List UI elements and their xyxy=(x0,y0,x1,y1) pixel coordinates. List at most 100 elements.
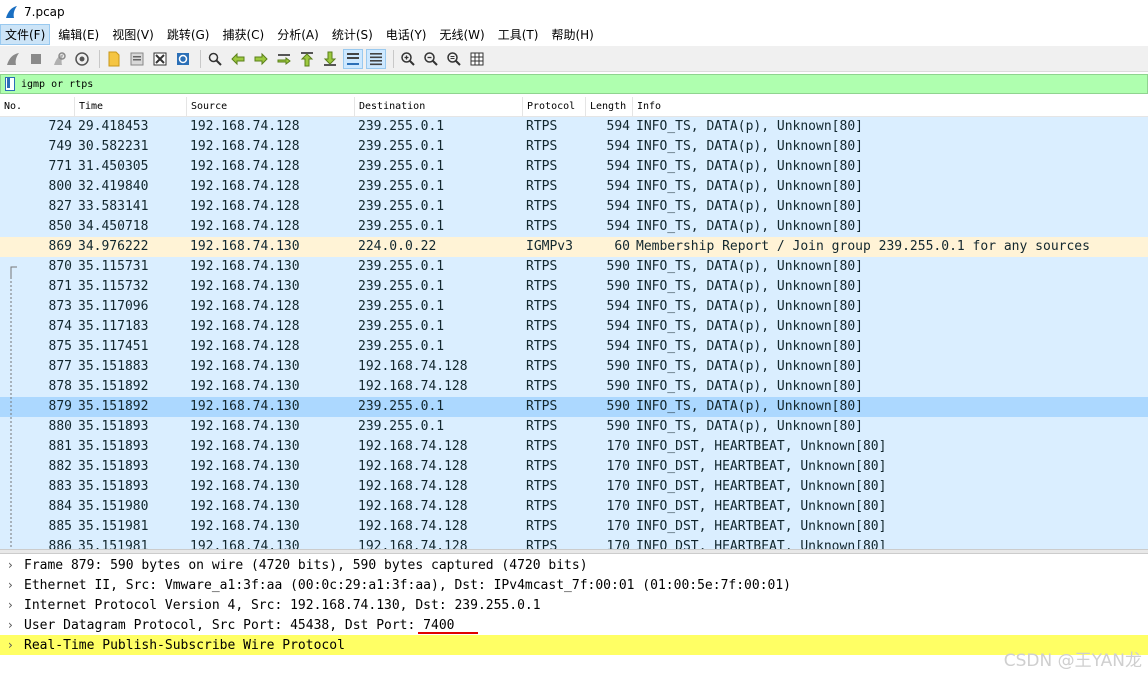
detail-tree-item[interactable]: › Internet Protocol Version 4, Src: 192.1… xyxy=(0,595,1148,615)
cell-length: 170 xyxy=(606,479,630,494)
expand-chevron-icon[interactable]: › xyxy=(8,598,20,612)
cell-protocol: RTPS xyxy=(526,179,558,194)
open-recent-icon[interactable] xyxy=(127,49,147,69)
cell-protocol: RTPS xyxy=(526,139,558,154)
stop-icon[interactable] xyxy=(26,49,46,69)
packet-row[interactable]: 885 35.151981 192.168.74.130 192.168.74.128… xyxy=(0,517,1148,537)
column-header-destination[interactable]: Destination xyxy=(355,97,523,116)
cell-time: 35.115731 xyxy=(78,259,149,274)
column-header-source[interactable]: Source xyxy=(187,97,355,116)
related-packet-bracket xyxy=(10,497,12,517)
pane-splitter[interactable] xyxy=(0,549,1148,554)
cell-length: 594 xyxy=(606,119,630,134)
packet-row[interactable]: 883 35.151893 192.168.74.130 192.168.74.128… xyxy=(0,477,1148,497)
menu-item[interactable]: 文件(F) xyxy=(0,24,51,45)
cell-destination: 239.255.0.1 xyxy=(358,399,445,414)
packet-row[interactable]: 877 35.151883 192.168.74.130 192.168.74.128… xyxy=(0,357,1148,377)
expand-chevron-icon[interactable]: › xyxy=(8,578,20,592)
menu-item[interactable]: 跳转(G) xyxy=(162,24,215,45)
zoom-in-icon[interactable] xyxy=(398,49,418,69)
packet-row[interactable]: 881 35.151893 192.168.74.130 192.168.74.128… xyxy=(0,437,1148,457)
cell-source: 192.168.74.128 xyxy=(190,159,300,174)
zoom-out-icon[interactable] xyxy=(421,49,441,69)
detail-tree-item[interactable]: › Real-Time Publish-Subscribe Wire Protoc… xyxy=(0,635,1148,655)
column-header-length[interactable]: Length xyxy=(586,97,633,116)
cell-no: 749 xyxy=(48,139,72,154)
cell-protocol: RTPS xyxy=(526,279,558,294)
cell-time: 32.419840 xyxy=(78,179,149,194)
menu-item[interactable]: 编辑(E) xyxy=(53,24,104,45)
restart-icon[interactable] xyxy=(49,49,69,69)
cell-source: 192.168.74.130 xyxy=(190,379,300,394)
detail-tree-item[interactable]: › Frame 879: 590 bytes on wire (4720 bits… xyxy=(0,555,1148,575)
packet-row[interactable]: 873 35.117096 192.168.74.128 239.255.0.1 RTP… xyxy=(0,297,1148,317)
expand-chevron-icon[interactable]: › xyxy=(8,558,20,572)
cell-source: 192.168.74.130 xyxy=(190,459,300,474)
cell-destination: 239.255.0.1 xyxy=(358,339,445,354)
packet-row[interactable]: 771 31.450305 192.168.74.128 239.255.0.1 RTP… xyxy=(0,157,1148,177)
menu-item[interactable]: 捕获(C) xyxy=(217,24,269,45)
column-header-no[interactable]: No. xyxy=(0,97,75,116)
menu-item[interactable]: 分析(A) xyxy=(272,24,324,45)
packet-list[interactable]: No. Time Source Destination Protocol Len… xyxy=(0,97,1148,549)
packet-details-tree[interactable]: › Frame 879: 590 bytes on wire (4720 bits… xyxy=(0,555,1148,679)
cell-info: INFO_TS, DATA(p), Unknown[80] xyxy=(636,139,863,154)
expand-chevron-icon[interactable]: › xyxy=(8,618,20,632)
cell-length: 594 xyxy=(606,139,630,154)
packet-row[interactable]: 749 30.582231 192.168.74.128 239.255.0.1 RTP… xyxy=(0,137,1148,157)
display-filter-input[interactable] xyxy=(21,78,1121,90)
cell-source: 192.168.74.130 xyxy=(190,439,300,454)
resize-columns-icon[interactable] xyxy=(467,49,487,69)
packet-row[interactable]: 882 35.151893 192.168.74.130 192.168.74.128… xyxy=(0,457,1148,477)
bookmark-icon[interactable] xyxy=(5,77,15,91)
first-packet-icon[interactable] xyxy=(297,49,317,69)
packet-row[interactable]: 880 35.151893 192.168.74.130 239.255.0.1 RTP… xyxy=(0,417,1148,437)
open-file-icon[interactable] xyxy=(104,49,124,69)
menu-item[interactable]: 电话(Y) xyxy=(381,24,432,45)
menu-item[interactable]: 视图(V) xyxy=(107,24,159,45)
packet-row[interactable]: 884 35.151980 192.168.74.130 192.168.74.128… xyxy=(0,497,1148,517)
column-header-info[interactable]: Info xyxy=(633,97,1148,116)
cell-info: INFO_DST, HEARTBEAT, Unknown[80] xyxy=(636,459,887,474)
autoscroll-icon[interactable] xyxy=(343,48,363,69)
packet-row-selected[interactable]: 879 35.151892 192.168.74.130 239.255.0.1 RTP… xyxy=(0,397,1148,417)
zoom-normal-icon[interactable] xyxy=(444,49,464,69)
goto-packet-icon[interactable] xyxy=(274,49,294,69)
column-header-time[interactable]: Time xyxy=(75,97,187,116)
close-file-icon[interactable] xyxy=(150,49,170,69)
packet-row[interactable]: 827 33.583141 192.168.74.128 239.255.0.1 RTP… xyxy=(0,197,1148,217)
packet-row[interactable]: 870 35.115731 192.168.74.130 239.255.0.1 RTP… xyxy=(0,257,1148,277)
packet-row[interactable]: 875 35.117451 192.168.74.128 239.255.0.1 RTP… xyxy=(0,337,1148,357)
shark-start-icon[interactable] xyxy=(3,49,23,69)
cell-info: INFO_TS, DATA(p), Unknown[80] xyxy=(636,179,863,194)
last-packet-icon[interactable] xyxy=(320,49,340,69)
options-gear-icon[interactable] xyxy=(72,49,92,69)
detail-tree-item[interactable]: › Ethernet II, Src: Vmware_a1:3f:aa (00:0… xyxy=(0,575,1148,595)
cell-source: 192.168.74.130 xyxy=(190,499,300,514)
cell-length: 594 xyxy=(606,199,630,214)
forward-arrow-icon[interactable] xyxy=(251,49,271,69)
packet-row[interactable]: 724 29.418453 192.168.74.128 239.255.0.1 RTP… xyxy=(0,117,1148,137)
detail-tree-item[interactable]: › User Datagram Protocol, Src Port: 45438… xyxy=(0,615,1148,635)
menu-item[interactable]: 无线(W) xyxy=(435,24,490,45)
cell-length: 590 xyxy=(606,279,630,294)
packet-row[interactable]: 850 34.450718 192.168.74.128 239.255.0.1 RTP… xyxy=(0,217,1148,237)
packet-row[interactable]: 800 32.419840 192.168.74.128 239.255.0.1 RTP… xyxy=(0,177,1148,197)
cell-time: 35.151980 xyxy=(78,499,149,514)
menu-item[interactable]: 工具(T) xyxy=(493,24,544,45)
back-arrow-icon[interactable] xyxy=(228,49,248,69)
colorize-icon[interactable] xyxy=(366,48,386,69)
column-header-protocol[interactable]: Protocol xyxy=(523,97,586,116)
menu-item[interactable]: 帮助(H) xyxy=(546,24,598,45)
find-icon[interactable] xyxy=(205,49,225,69)
packet-row[interactable]: 886 35.151981 192.168.74.130 192.168.74.128… xyxy=(0,537,1148,549)
packet-row[interactable]: 869 34.976222 192.168.74.130 224.0.0.22 IGMP… xyxy=(0,237,1148,257)
packet-row[interactable]: 871 35.115732 192.168.74.130 239.255.0.1 RTP… xyxy=(0,277,1148,297)
packet-row[interactable]: 878 35.151892 192.168.74.130 192.168.74.128… xyxy=(0,377,1148,397)
packet-row[interactable]: 874 35.117183 192.168.74.128 239.255.0.1 RTP… xyxy=(0,317,1148,337)
menu-item[interactable]: 统计(S) xyxy=(327,24,378,45)
cell-destination: 239.255.0.1 xyxy=(358,419,445,434)
reload-icon[interactable] xyxy=(173,49,193,69)
cell-info: INFO_DST, HEARTBEAT, Unknown[80] xyxy=(636,479,887,494)
expand-chevron-icon[interactable]: › xyxy=(8,638,20,652)
